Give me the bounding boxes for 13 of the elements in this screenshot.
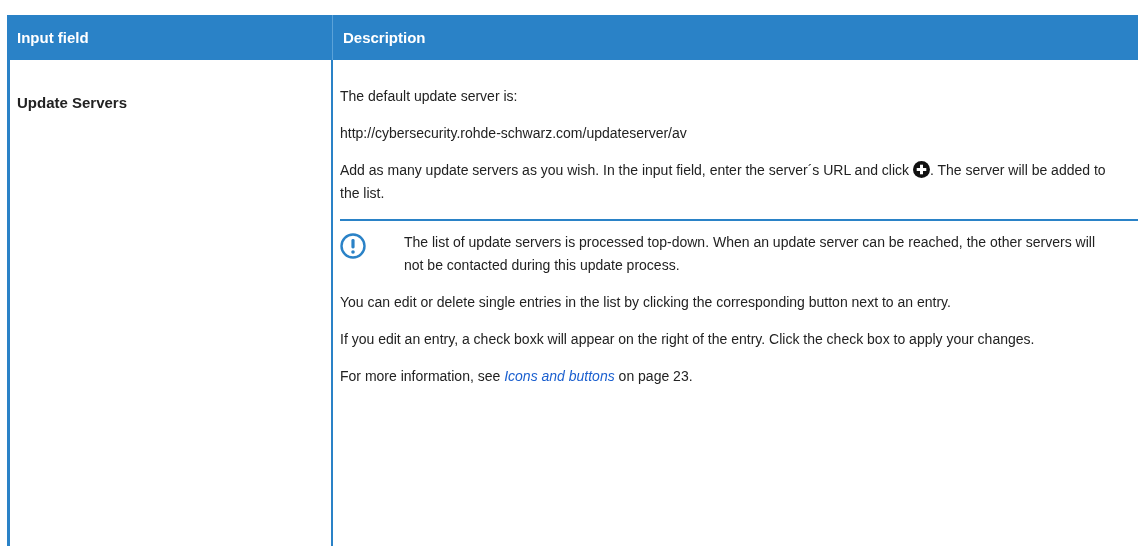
- description-text: For more information, see Icons and buttons on page 23.: [340, 367, 694, 386]
- column-header: Description: [342, 28, 427, 48]
- plus-circle-icon: [913, 161, 930, 178]
- description-text: The default update server is:: [340, 87, 519, 106]
- field-name: Update Servers: [17, 94, 128, 111]
- note-text: The list of update servers is processed top-down. When an update server can be reached, the other servers will not be contacted during this update process.: [404, 233, 1097, 275]
- description-text: Add as many update servers as you wish. In the input field, enter the server´s URL and click . The server will be added to the list.: [340, 160, 1107, 203]
- page-link[interactable]: Icons and buttons: [504, 368, 615, 384]
- exclamation-circle-icon: [340, 233, 366, 259]
- column-header: Input field: [7, 15, 333, 60]
- description-text: You can edit or delete single entries in the list by clicking the corresponding button next to an entry.: [340, 293, 952, 312]
- description-text: http://cybersecurity.rohde-schwarz.com/updateserver/av: [340, 124, 688, 143]
- description-text: If you edit an entry, a check boxk will appear on the right of the entry. Click the check box to apply your changes.: [340, 330, 1036, 349]
